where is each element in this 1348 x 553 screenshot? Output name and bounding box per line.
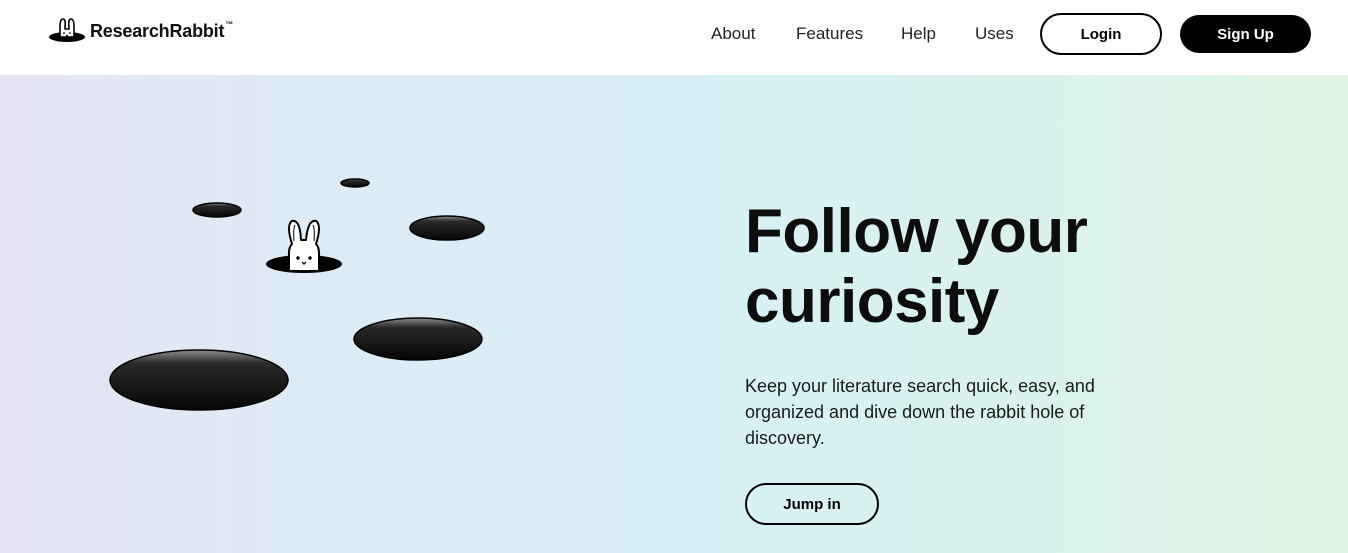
hero-headline-line-2: curiosity (745, 267, 999, 336)
rabbit-hole-small (192, 202, 242, 218)
nav-link-help[interactable]: Help (901, 24, 936, 44)
rabbit-hole-tiny (340, 178, 370, 188)
hero-subtext: Keep your literature search quick, easy,… (745, 376, 1095, 448)
rabbit-hole-medium (409, 215, 485, 241)
rabbit-hole-xlarge (109, 349, 289, 411)
trademark-mark: ™ (225, 19, 234, 29)
nav-link-about[interactable]: About (711, 24, 755, 44)
nav-link-uses[interactable]: Uses (975, 24, 1014, 44)
hero-headline-line-1: Follow your (745, 197, 1088, 266)
login-button[interactable]: Login (1040, 13, 1162, 55)
rabbit-peeking-icon (266, 219, 342, 273)
hero-section: Follow your curiosity Keep your literatu… (0, 75, 1348, 553)
brand-name: ResearchRabbit (90, 20, 225, 41)
top-navbar: ResearchRabbit ™ About Features Help Uses… (0, 0, 1348, 75)
signup-button[interactable]: Sign Up (1180, 15, 1311, 53)
hero-headline: Follow your curiosity (745, 197, 1088, 337)
rabbit-hole-large (353, 317, 483, 361)
nav-link-features[interactable]: Features (796, 24, 863, 44)
jump-in-button[interactable]: Jump in (745, 483, 879, 525)
brand-logo[interactable]: ResearchRabbit ™ (48, 16, 233, 46)
rabbit-in-hole-icon (49, 18, 85, 42)
rabbit-holes-illustration (109, 178, 485, 411)
